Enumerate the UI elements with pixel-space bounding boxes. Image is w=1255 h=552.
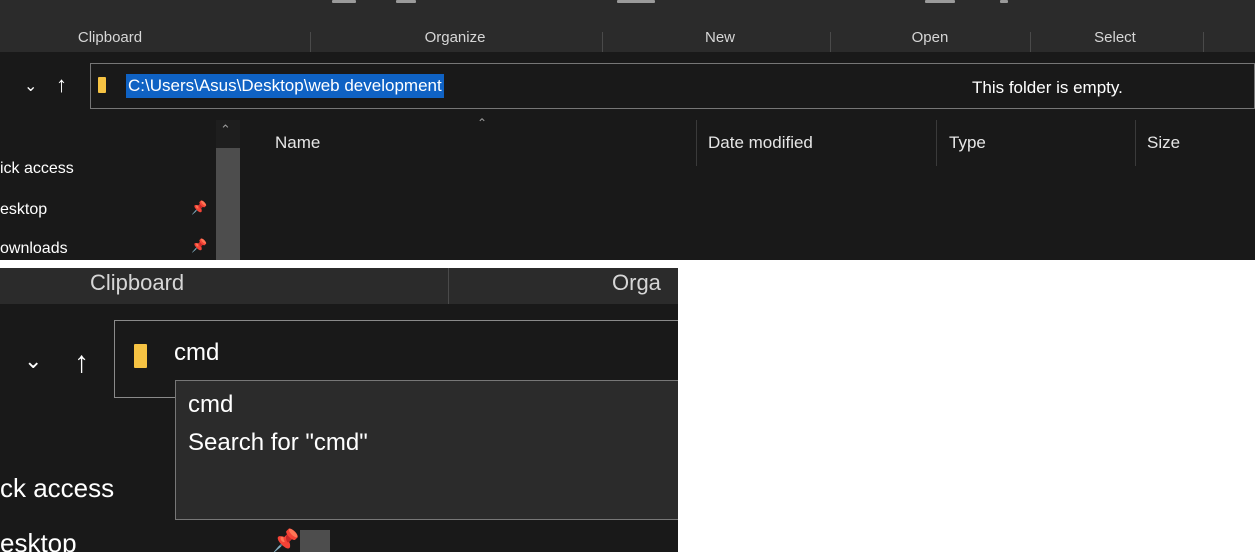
ribbon: Clipboard Organize New Open Select	[0, 0, 1255, 76]
ribbon-group-organize: Organize	[424, 29, 486, 46]
address-input[interactable]: cmd	[174, 339, 219, 367]
cut-off-label	[396, 0, 416, 3]
suggestion-item[interactable]: cmd	[188, 391, 233, 419]
nav-item-desktop[interactable]: esktop	[0, 201, 47, 219]
cut-off-label	[925, 0, 955, 3]
explorer-window-top: Clipboard Organize New Open Select ⌄ ↑ C…	[0, 0, 1255, 260]
column-divider[interactable]	[696, 120, 697, 166]
nav-item-desktop[interactable]: esktop	[0, 528, 77, 552]
ribbon-group-clipboard: Clipboard	[77, 29, 143, 46]
up-arrow-icon[interactable]: ↑	[74, 346, 89, 380]
ribbon: Clipboard Orga	[0, 268, 678, 304]
pin-icon: 📌	[191, 200, 208, 215]
nav-item-quick-access[interactable]: ck access	[0, 473, 114, 504]
up-arrow-icon[interactable]: ↑	[56, 72, 67, 98]
pin-icon: 📌	[272, 528, 300, 552]
column-name[interactable]: Name	[275, 120, 320, 166]
ribbon-group-select: Select	[1094, 29, 1136, 46]
empty-folder-message: This folder is empty.	[972, 78, 1123, 97]
column-header-row: ⌃ Name Date modified Type Size	[0, 116, 1255, 166]
ribbon-group-organize: Orga	[612, 270, 661, 295]
pin-icon: 📌	[191, 238, 208, 253]
ribbon-group-labels: Clipboard Organize New Open Select	[0, 26, 1255, 76]
scrollbar-thumb[interactable]	[300, 530, 330, 552]
column-date-modified[interactable]: Date modified	[708, 120, 813, 166]
ribbon-group-open: Open	[911, 29, 949, 46]
ribbon-cut-off-labels	[0, 0, 1255, 8]
ribbon-group-clipboard: Clipboard	[90, 270, 185, 295]
ribbon-group-new: New	[704, 29, 735, 46]
folder-icon	[134, 344, 147, 368]
folder-icon	[98, 77, 106, 93]
cut-off-label	[617, 0, 655, 3]
cut-off-label	[1000, 0, 1008, 3]
nav-item-downloads[interactable]: ownloads	[0, 240, 68, 258]
address-path-input[interactable]: C:\Users\Asus\Desktop\web development	[126, 74, 444, 98]
column-type[interactable]: Type	[949, 120, 986, 166]
divider	[448, 268, 449, 304]
column-divider[interactable]	[936, 120, 937, 166]
chevron-down-icon[interactable]: ⌄	[24, 348, 42, 374]
chevron-down-icon[interactable]: ⌄	[24, 76, 37, 96]
sort-up-icon: ⌃	[477, 116, 488, 130]
column-divider[interactable]	[1135, 120, 1136, 166]
explorer-window-bottom: Clipboard Orga ⌄ ↑ cmd ck access esktop …	[0, 268, 678, 552]
cut-off-label	[332, 0, 356, 3]
suggestion-search-item[interactable]: Search for "cmd"	[188, 429, 368, 457]
column-size[interactable]: Size	[1147, 120, 1180, 166]
autocomplete-dropdown: cmd Search for "cmd"	[175, 380, 678, 520]
